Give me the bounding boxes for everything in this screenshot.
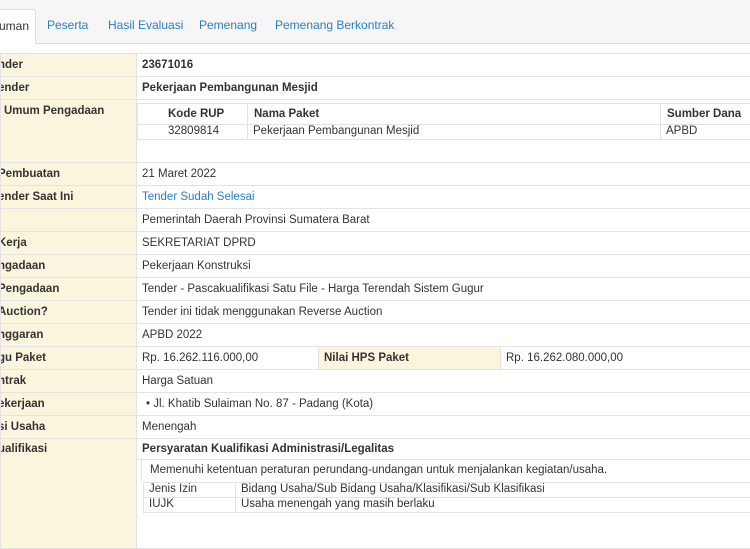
rup-header-nama: Nama Paket	[248, 104, 661, 125]
tahap-tender-link[interactable]: Tender Sudah Selesai	[142, 191, 255, 203]
tab-bar: uman Peserta Hasil Evaluasi Pemenang Pem…	[0, 0, 750, 44]
bullet-icon: •	[146, 398, 150, 410]
label-tanggal-pembuatan: Pembuatan	[1, 163, 132, 185]
label-syarat-kualifikasi: ualifikasi	[1, 443, 132, 455]
rup-header-sumber: Sumber Dana	[661, 104, 750, 125]
label-jenis-pengadaan: ngadaan	[1, 255, 132, 277]
value-tanggal-pembuatan: 21 Maret 2022	[137, 163, 750, 186]
value-kode-tender: 23671016	[137, 54, 750, 77]
syarat-heading: Persyaratan Kualifikasi Administrasi/Leg…	[137, 439, 750, 460]
tab-pengumuman[interactable]: uman	[0, 9, 36, 45]
izin-cell-bidang: Usaha menengah yang masih berlaku	[236, 498, 750, 513]
label-jenis-kontrak: ntrak	[1, 370, 132, 392]
label-kualifikasi-usaha: si Usaha	[1, 416, 132, 438]
rup-header-kode: Kode RUP	[138, 104, 248, 125]
value-metode-pengadaan: Tender - Pascakualifikasi Satu File - Ha…	[137, 278, 750, 301]
tab-pemenang[interactable]: Pemenang	[199, 18, 257, 32]
izin-header-jenis: Jenis Izin	[144, 483, 236, 498]
label-tahap-tender: ender Saat Ini	[1, 186, 132, 208]
label-satuan-kerja: Kerja	[1, 232, 132, 254]
value-nama-tender: Pekerjaan Pembangunan Mesjid	[137, 77, 750, 100]
value-reverse-auction: Tender ini tidak menggunakan Reverse Auc…	[137, 301, 750, 324]
rup-table: Kode RUP Nama Paket Sumber Dana 32809814…	[137, 103, 750, 140]
label-kode-tender: nder	[1, 54, 132, 76]
tender-detail-table: nder 23671016 ender Pekerjaan Pembanguna…	[0, 53, 750, 549]
value-nilai-pagu: Rp. 16.262.116.000,00	[137, 347, 318, 369]
syarat-desc: Memenuhi ketentuan peraturan perundang-u…	[141, 460, 750, 480]
label-nama-tender: ender	[1, 77, 132, 99]
rup-cell-sumber: APBD	[661, 125, 750, 140]
value-instansi: Pemerintah Daerah Provinsi Sumatera Bara…	[137, 209, 750, 232]
izin-cell-jenis: IUJK	[144, 498, 236, 513]
label-rencana-umum: Umum Pengadaan	[4, 105, 131, 117]
izin-header-bidang: Bidang Usaha/Sub Bidang Usaha/Klasifikas…	[236, 483, 750, 498]
label-metode-pengadaan: Pengadaan	[1, 278, 132, 300]
label-lokasi-pekerjaan: ekerjaan	[1, 393, 132, 415]
value-tahun-anggaran: APBD 2022	[137, 324, 750, 347]
tab-peserta[interactable]: Peserta	[47, 18, 88, 32]
label-tahun-anggaran: nggaran	[1, 324, 132, 346]
rup-cell-nama: Pekerjaan Pembangunan Mesjid	[248, 125, 661, 140]
value-satuan-kerja: SEKRETARIAT DPRD	[137, 232, 750, 255]
value-nilai-hps: Rp. 16.262.080.000,00	[501, 347, 750, 369]
value-jenis-pengadaan: Pekerjaan Konstruksi	[137, 255, 750, 278]
label-nilai-hps: Nilai HPS Paket	[318, 347, 501, 369]
label-nilai-pagu: gu Paket	[1, 347, 132, 369]
rup-cell-kode: 32809814	[138, 125, 248, 140]
izin-table: Jenis Izin Bidang Usaha/Sub Bidang Usaha…	[143, 482, 750, 513]
tab-hasil-evaluasi[interactable]: Hasil Evaluasi	[108, 18, 183, 32]
label-reverse-auction: Auction?	[1, 301, 132, 323]
value-kualifikasi-usaha: Menengah	[137, 416, 750, 439]
value-jenis-kontrak: Harga Satuan	[137, 370, 750, 393]
tab-pemenang-berkontrak[interactable]: Pemenang Berkontrak	[275, 18, 394, 32]
value-lokasi-pekerjaan: Jl. Khatib Sulaiman No. 87 - Padang (Kot…	[153, 398, 373, 410]
